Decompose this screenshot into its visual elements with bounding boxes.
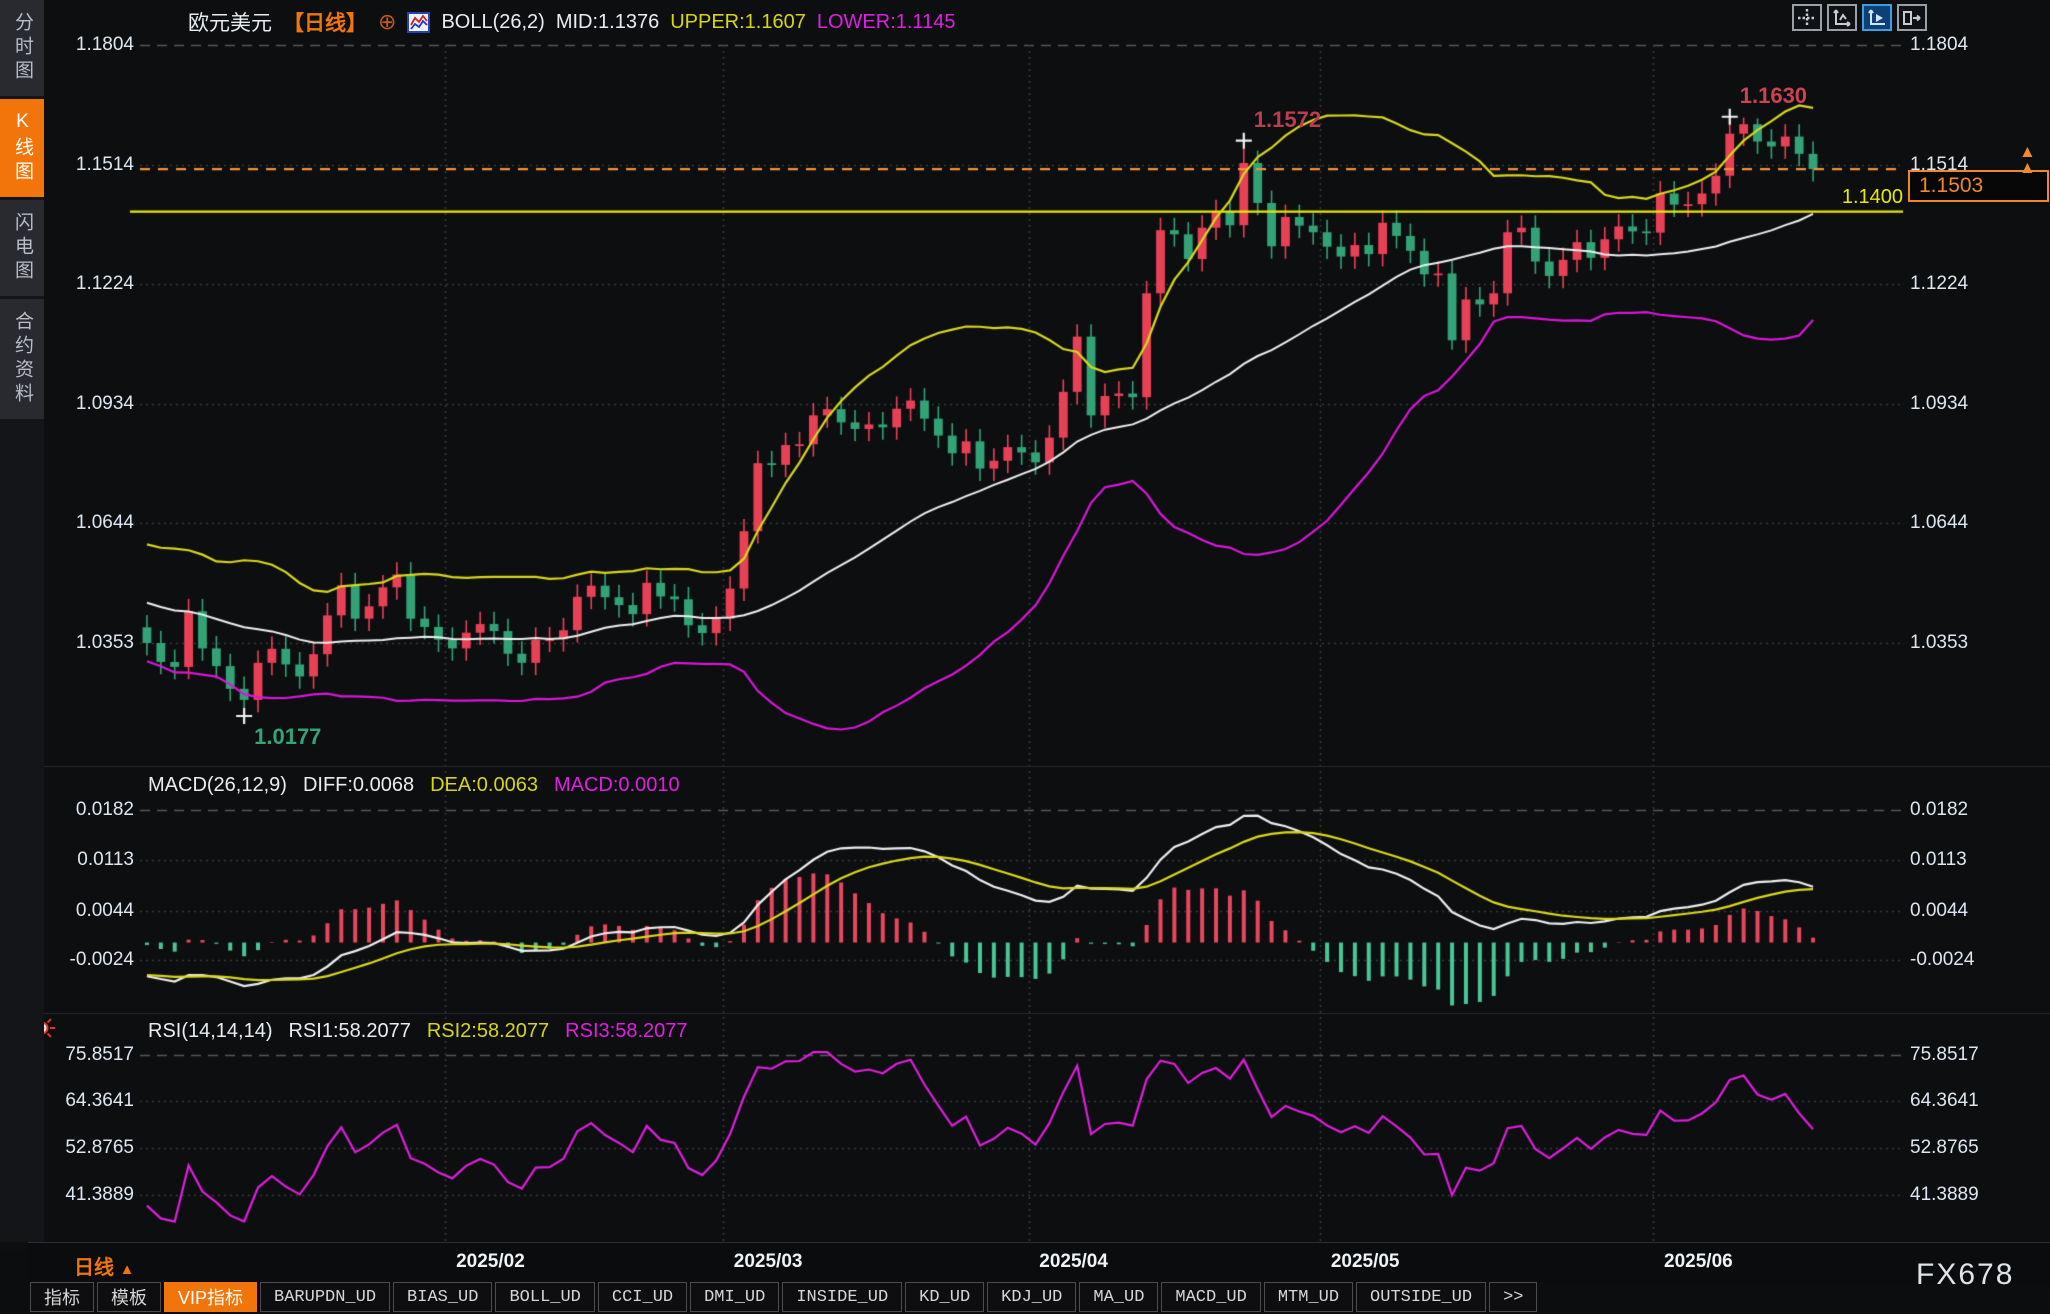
macd-tick-label: 0.0044 bbox=[40, 900, 134, 922]
price-tick-label: 1.0934 bbox=[40, 393, 134, 415]
toolbar-tab-barupdn-ud[interactable]: BARUPDN_UD bbox=[260, 1282, 390, 1312]
add-overlay-icon[interactable]: ⊕ bbox=[378, 12, 396, 32]
toolbar-tab-dmi-ud[interactable]: DMI_UD bbox=[690, 1282, 779, 1312]
toolbar-tab-templates[interactable]: 模板 bbox=[97, 1282, 161, 1312]
axis-scale-button[interactable] bbox=[1827, 4, 1857, 31]
toolbar-tab-boll-ud[interactable]: BOLL_UD bbox=[495, 1282, 594, 1312]
macd-tick-label: 0.0113 bbox=[40, 849, 134, 871]
toolbar-tab-bias-ud[interactable]: BIAS_UD bbox=[393, 1282, 492, 1312]
left-sidebar: 分时图K线图闪电图合约资料 bbox=[0, 0, 44, 1242]
macd-label: MACD(26,12,9) bbox=[148, 774, 287, 797]
macd-tick-label: 0.0182 bbox=[40, 799, 134, 821]
toolbar-tab-macd-ud[interactable]: MACD_UD bbox=[1161, 1282, 1260, 1312]
macd-tick-label: -0.0024 bbox=[1910, 949, 1974, 971]
indicator-toolbar: 指标模板VIP指标BARUPDN_UDBIAS_UDBOLL_UDCCI_UDD… bbox=[30, 1282, 1537, 1312]
price-annotation: 1.1630 bbox=[1740, 83, 1807, 109]
chart-toolbuttons bbox=[1792, 4, 1927, 31]
rsi3-value: RSI3:58.2077 bbox=[565, 1020, 687, 1043]
price-tick-label: 1.1224 bbox=[40, 273, 134, 295]
rsi-tick-label: 41.3889 bbox=[40, 1184, 134, 1206]
x-axis-label: 2025/02 bbox=[456, 1251, 525, 1273]
period-dropdown[interactable]: 日线 ▲ bbox=[74, 1251, 134, 1280]
macd-tick-label: -0.0024 bbox=[40, 949, 134, 971]
rsi-tick-label: 52.8765 bbox=[1910, 1137, 1979, 1159]
pan-right-button[interactable] bbox=[1897, 4, 1927, 31]
rsi-tick-label: 64.3641 bbox=[40, 1090, 134, 1112]
boll-label: BOLL(26,2) bbox=[441, 11, 544, 34]
rsi-tick-label: 64.3641 bbox=[1910, 1090, 1979, 1112]
macd-panel-header: MACD(26,12,9) DIFF:0.0068 DEA:0.0063 MAC… bbox=[148, 774, 680, 797]
macd-tick-label: 0.0182 bbox=[1910, 799, 1968, 821]
yellow-line-price-label: 1.1400 bbox=[1758, 186, 1903, 209]
auto-scale-button[interactable] bbox=[1862, 4, 1892, 31]
price-tick-label: 1.1514 bbox=[1910, 154, 1968, 176]
x-axis-label: 2025/03 bbox=[734, 1251, 803, 1273]
rsi2-value: RSI2:58.2077 bbox=[427, 1020, 549, 1043]
indicator-icon bbox=[407, 12, 430, 33]
price-tick-label: 1.1804 bbox=[40, 34, 134, 56]
toolbar-tab-inside-ud[interactable]: INSIDE_UD bbox=[782, 1282, 902, 1312]
sidebar-item-flash-chart[interactable]: 闪电图 bbox=[0, 200, 44, 296]
toolbar-tab-outside-ud[interactable]: OUTSIDE_UD bbox=[1356, 1282, 1486, 1312]
price-tick-label: 1.0934 bbox=[1910, 393, 1968, 415]
price-tick-label: 1.0353 bbox=[1910, 632, 1968, 654]
rsi-label: RSI(14,14,14) bbox=[148, 1020, 273, 1043]
symbol-title: 欧元美元 bbox=[188, 7, 272, 37]
toolbar-tab-vip-indicators[interactable]: VIP指标 bbox=[164, 1282, 257, 1312]
toolbar-tab-cci-ud[interactable]: CCI_UD bbox=[598, 1282, 687, 1312]
price-annotation: 1.0177 bbox=[254, 724, 321, 750]
sidebar-item-time-chart[interactable]: 分时图 bbox=[0, 0, 44, 96]
price-tick-label: 1.1514 bbox=[40, 154, 134, 176]
sidebar-item-contract-info[interactable]: 合约资料 bbox=[0, 299, 44, 419]
rsi-tick-label: 75.8517 bbox=[1910, 1044, 1979, 1066]
crosshair-button[interactable] bbox=[1792, 4, 1822, 31]
price-tick-label: 1.1804 bbox=[1910, 34, 1968, 56]
macd-macd-value: MACD:0.0010 bbox=[554, 774, 680, 797]
boll-mid-value: MID:1.1376 bbox=[556, 11, 659, 34]
macd-diff-value: DIFF:0.0068 bbox=[303, 774, 414, 797]
macd-dea-value: DEA:0.0063 bbox=[430, 774, 538, 797]
period-tag: 【日线】 bbox=[283, 7, 367, 37]
price-tick-label: 1.0644 bbox=[40, 512, 134, 534]
macd-tick-label: 0.0044 bbox=[1910, 900, 1968, 922]
rsi-tick-label: 52.8765 bbox=[40, 1137, 134, 1159]
toolbar-tab-kd-ud[interactable]: KD_UD bbox=[905, 1282, 984, 1312]
price-tick-label: 1.0353 bbox=[40, 632, 134, 654]
x-axis-label: 2025/06 bbox=[1664, 1251, 1733, 1273]
rsi-tick-label: 75.8517 bbox=[40, 1044, 134, 1066]
rsi1-value: RSI1:58.2077 bbox=[289, 1020, 411, 1043]
boll-lower-value: LOWER:1.1145 bbox=[817, 11, 956, 34]
x-axis-label: 2025/04 bbox=[1039, 1251, 1108, 1273]
chart-header: 欧元美元 【日线】 ⊕ BOLL(26,2) MID:1.1376 UPPER:… bbox=[188, 7, 955, 37]
rsi-tick-label: 41.3889 bbox=[1910, 1184, 1979, 1206]
boll-upper-value: UPPER:1.1607 bbox=[670, 11, 806, 34]
price-tick-label: 1.1224 bbox=[1910, 273, 1968, 295]
rsi-panel-header: RSI(14,14,14) RSI1:58.2077 RSI2:58.2077 … bbox=[148, 1020, 688, 1043]
macd-tick-label: 0.0113 bbox=[1910, 849, 1967, 871]
price-tick-label: 1.0644 bbox=[1910, 512, 1968, 534]
price-chart-canvas[interactable] bbox=[0, 0, 2050, 1250]
toolbar-tab-indicators[interactable]: 指标 bbox=[30, 1282, 94, 1312]
x-axis-label: 2025/05 bbox=[1331, 1251, 1400, 1273]
price-annotation: 1.1572 bbox=[1254, 107, 1321, 133]
watermark: FX678 bbox=[1916, 1258, 2014, 1292]
sidebar-item-kline-chart[interactable]: K线图 bbox=[0, 99, 44, 197]
toolbar-tab-more[interactable]: >> bbox=[1489, 1282, 1537, 1312]
toolbar-tab-mtm-ud[interactable]: MTM_UD bbox=[1264, 1282, 1353, 1312]
toolbar-tab-kdj-ud[interactable]: KDJ_UD bbox=[987, 1282, 1076, 1312]
price-up-arrows-icon: ▲▲ bbox=[2019, 144, 2036, 176]
toolbar-tab-ma-ud[interactable]: MA_UD bbox=[1079, 1282, 1158, 1312]
